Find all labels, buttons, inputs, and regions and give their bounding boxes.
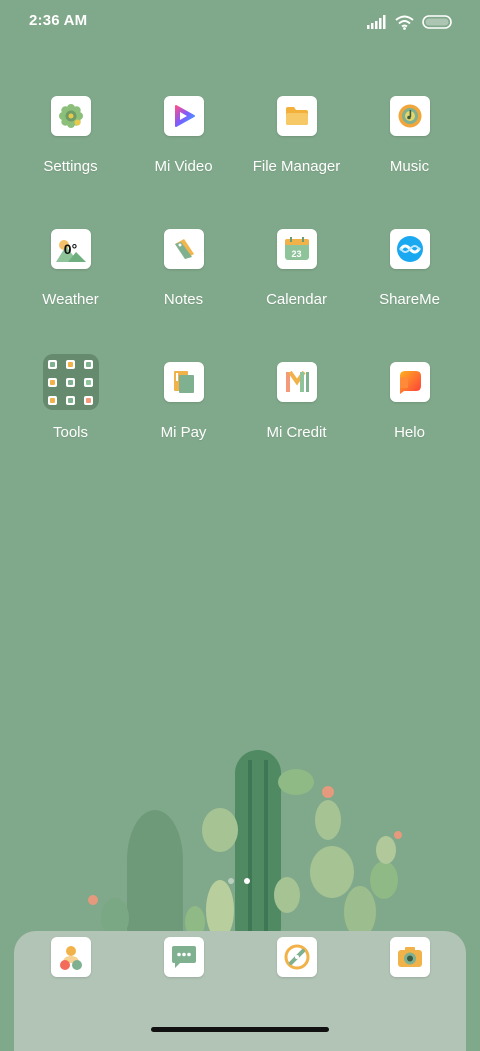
status-icons [367, 12, 452, 32]
mini-app-icon [66, 359, 75, 369]
mi-pay-icon[interactable] [163, 362, 204, 402]
app-file-manager[interactable]: File Manager [240, 96, 353, 175]
app-grid: Settings Mi Video File Manager Music 0° … [14, 96, 466, 441]
app-mi-credit[interactable]: Mi Credit [240, 362, 353, 441]
status-bar: 2:36 AM [0, 0, 480, 44]
app-label: Music [389, 158, 430, 175]
app-label: File Manager [252, 158, 341, 175]
mini-app-icon [84, 359, 93, 369]
app-label: Weather [42, 291, 99, 308]
app-music[interactable]: Music [353, 96, 466, 175]
folder-icon[interactable] [276, 96, 317, 136]
app-label: ShareMe [379, 291, 440, 308]
mini-app-icon [48, 377, 57, 387]
browser-icon[interactable] [276, 937, 317, 977]
contacts-phone-icon[interactable] [50, 937, 91, 977]
folder-tools-icon[interactable] [42, 354, 99, 410]
battery-icon [422, 15, 452, 29]
mini-app-icon [84, 395, 93, 405]
app-settings[interactable]: Settings [14, 96, 127, 175]
app-calendar[interactable]: 23 Calendar [240, 229, 353, 308]
weather-temp: 0° [63, 241, 78, 257]
mini-app-icon [66, 395, 75, 405]
notes-icon[interactable] [163, 229, 204, 269]
folder-tools[interactable]: Tools [14, 354, 127, 441]
app-label: Mi Pay [160, 424, 207, 441]
app-label: Calendar [266, 291, 327, 308]
mi-credit-icon[interactable] [276, 362, 317, 402]
music-disc-icon[interactable] [389, 96, 430, 136]
clock: 2:36 AM [29, 12, 88, 29]
app-label: Settings [43, 158, 98, 175]
app-helo[interactable]: Helo [353, 362, 466, 441]
dock-icons [14, 937, 466, 977]
app-weather[interactable]: 0° Weather [14, 229, 127, 308]
home-gesture-bar[interactable] [151, 1027, 329, 1032]
page-dot[interactable] [228, 878, 234, 884]
page-indicator [228, 878, 250, 884]
calendar-date: 23 [291, 249, 302, 259]
app-label: Mi Video [154, 158, 213, 175]
app-shareme[interactable]: ShareMe [353, 229, 466, 308]
wifi-icon [395, 15, 414, 30]
wallpaper-cactus-illustration [88, 750, 402, 940]
signal-icon [367, 15, 386, 29]
shareme-icon[interactable] [389, 229, 430, 269]
camera-icon[interactable] [389, 937, 430, 977]
app-notes[interactable]: Notes [127, 229, 240, 308]
helo-icon[interactable] [389, 362, 430, 402]
calendar-icon[interactable]: 23 [276, 229, 317, 269]
mini-app-icon [84, 377, 93, 387]
app-label: Notes [163, 291, 204, 308]
folder-label: Tools [52, 424, 89, 441]
play-icon[interactable] [163, 96, 204, 136]
app-label: Helo [394, 424, 425, 441]
app-label: Mi Credit [266, 424, 327, 441]
messages-icon[interactable] [163, 937, 204, 977]
app-mi-pay[interactable]: Mi Pay [127, 362, 240, 441]
app-mi-video[interactable]: Mi Video [127, 96, 240, 175]
gear-icon[interactable] [50, 96, 91, 136]
mini-app-icon [48, 359, 57, 369]
mini-app-icon [48, 395, 57, 405]
weather-icon[interactable]: 0° [50, 229, 91, 269]
dock [14, 931, 466, 1051]
mini-app-icon [66, 377, 75, 387]
page-dot-active[interactable] [244, 878, 250, 884]
